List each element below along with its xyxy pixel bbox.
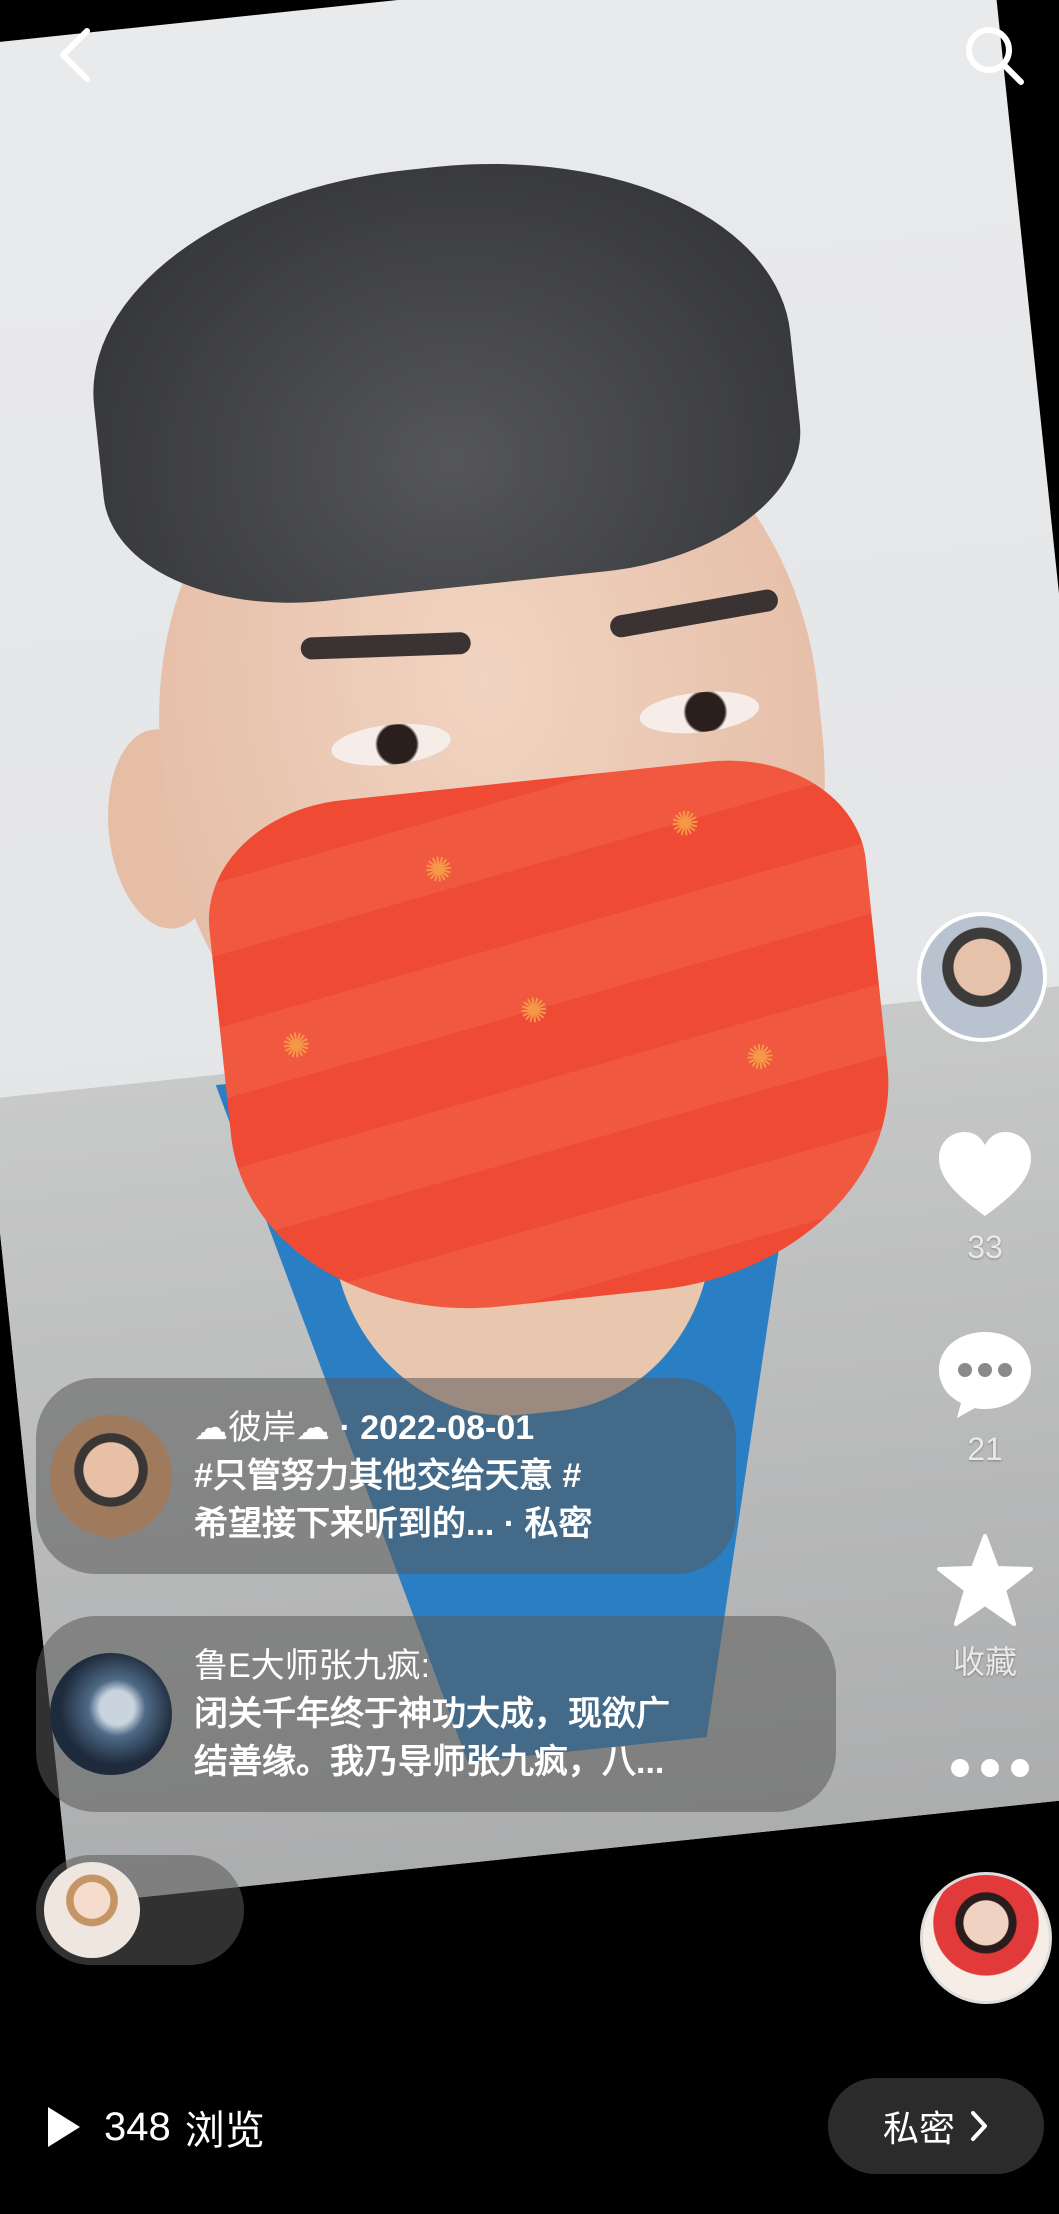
more-dots-icon[interactable] xyxy=(940,1748,1040,1788)
chevron-right-icon xyxy=(971,2111,987,2141)
back-button[interactable] xyxy=(40,20,110,90)
avatar xyxy=(50,1653,172,1775)
favorite-button[interactable]: 收藏 xyxy=(930,1532,1040,1683)
post-author: 彼岸 xyxy=(228,1409,296,1447)
cloud-icon: ☁ xyxy=(194,1409,228,1447)
comment-user: 鲁E大师张九疯: xyxy=(194,1647,431,1685)
privacy-button[interactable]: 私密 xyxy=(828,2078,1044,2174)
post-caption: 希望接下来听到的... · 私密 xyxy=(194,1505,593,1543)
comment-line-2: 结善缘。我乃导师张九疯，八... xyxy=(194,1743,665,1781)
author-avatar[interactable] xyxy=(917,912,1047,1042)
like-button[interactable]: 33 xyxy=(930,1128,1040,1266)
chat-bubble-icon xyxy=(939,1332,1031,1418)
comment-button[interactable]: 21 xyxy=(930,1326,1040,1468)
views-label: 浏览 xyxy=(184,2109,265,2153)
comment-count: 21 xyxy=(967,1431,1003,1467)
chevron-left-icon xyxy=(60,28,90,82)
avatar xyxy=(50,1415,172,1537)
play-icon xyxy=(48,2107,80,2147)
search-icon xyxy=(966,27,1024,85)
views-counter: 348 浏览 xyxy=(44,2092,265,2162)
privacy-label: 私密 xyxy=(882,2108,955,2149)
views-count: 348 xyxy=(104,2104,171,2149)
post-info[interactable]: ☁彼岸☁ · 2022-08-01 #只管努力其他交给天意 # 希望接下来听到的… xyxy=(36,1378,736,1574)
star-icon xyxy=(937,1534,1033,1626)
search-button[interactable] xyxy=(959,20,1029,90)
viewer-bubble[interactable] xyxy=(36,1855,244,1965)
post-date: · 2022-08-01 xyxy=(330,1409,535,1447)
heart-icon xyxy=(939,1132,1031,1216)
avatar xyxy=(44,1862,140,1958)
cloud-icon: ☁ xyxy=(296,1409,330,1447)
post-hashtags: #只管努力其他交给天意 # xyxy=(194,1457,582,1495)
favorite-label: 收藏 xyxy=(952,1644,1017,1680)
comment-line-1: 闭关千年终于神功大成，现欲广 xyxy=(194,1695,670,1733)
comment-item[interactable]: 鲁E大师张九疯: 闭关千年终于神功大成，现欲广 结善缘。我乃导师张九疯，八... xyxy=(36,1616,836,1812)
like-count: 33 xyxy=(967,1229,1003,1265)
music-avatar[interactable] xyxy=(920,1872,1052,2004)
